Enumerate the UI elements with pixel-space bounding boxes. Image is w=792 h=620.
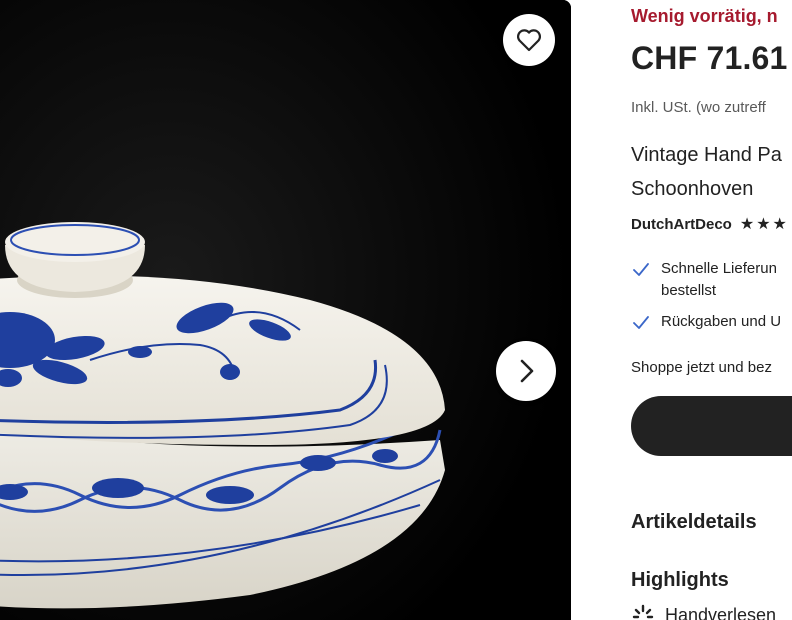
product-title: Vintage Hand Pa Schoonhoven xyxy=(631,138,792,206)
heart-outline-icon xyxy=(516,29,542,52)
check-icon xyxy=(633,316,649,329)
product-price: CHF 71.61 xyxy=(631,40,788,76)
benefit-text-line2: bestellst xyxy=(661,282,717,299)
benefit-fast-delivery: Schnelle Lieferun bestellst xyxy=(631,258,777,302)
stock-status: Wenig vorrätig, n xyxy=(631,6,778,26)
highlight-label: Handverlesen xyxy=(665,604,777,620)
pay-later-text: Shoppe jetzt und bez xyxy=(631,359,772,376)
benefit-text: Rückgaben und U xyxy=(661,313,782,330)
benefit-text-line1: Schnelle Lieferun xyxy=(661,260,777,277)
rating-stars[interactable]: ★ ★ ★ xyxy=(740,214,787,234)
product-details: Wenig vorrätig, n CHF 71.61 Inkl. USt. (… xyxy=(631,0,792,620)
shop-name-link[interactable]: DutchArtDeco xyxy=(631,216,732,233)
add-to-cart-button[interactable] xyxy=(631,396,792,456)
chevron-right-icon xyxy=(520,359,534,383)
product-photo xyxy=(0,0,571,620)
star-icon: ★ xyxy=(756,216,771,233)
star-icon: ★ xyxy=(772,216,787,233)
product-image-panel xyxy=(0,0,571,620)
highlight-handpicked: Handverlesen xyxy=(631,603,776,620)
product-title-line1: Vintage Hand Pa xyxy=(631,144,782,166)
favorite-button[interactable] xyxy=(503,14,555,66)
item-details-heading[interactable]: Artikeldetails xyxy=(631,511,757,534)
shop-info: DutchArtDeco ★ ★ ★ xyxy=(631,214,787,234)
highlights-heading: Highlights xyxy=(631,569,729,591)
benefit-returns: Rückgaben und U xyxy=(631,311,781,333)
product-title-line2: Schoonhoven xyxy=(631,178,754,200)
check-icon xyxy=(633,263,649,276)
star-icon: ★ xyxy=(739,216,755,233)
next-image-button[interactable] xyxy=(496,341,556,401)
tax-note: Inkl. USt. (wo zutreff xyxy=(631,99,766,116)
sparkle-icon xyxy=(632,604,654,619)
